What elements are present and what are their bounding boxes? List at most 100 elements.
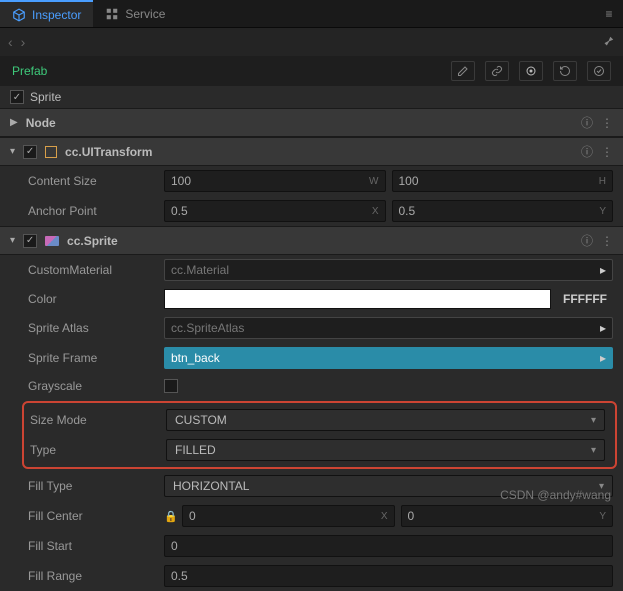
prefab-locate-button[interactable] [519,61,543,81]
prop-label: Grayscale [28,379,158,393]
color-swatch[interactable] [164,289,551,309]
pin-icon [601,35,615,49]
input-h[interactable] [399,174,599,188]
prop-fill-start: Fill Start [0,531,623,561]
type-select[interactable]: FILLED▾ [166,439,605,461]
pin-button[interactable] [601,35,615,49]
prop-color: Color FFFFFF [0,285,623,313]
prefab-label: Prefab [12,64,441,78]
goto-icon[interactable]: ▸ [600,263,606,277]
slot-value: btn_back [171,351,600,365]
input-y[interactable] [399,204,600,218]
prop-label: Fill Type [28,479,158,493]
watermark: CSDN @andy#wang [500,488,611,502]
prop-fill-range: Fill Range [0,561,623,591]
uitransform-icon [45,146,57,158]
grid-icon [105,7,119,21]
prop-label: Anchor Point [28,204,158,218]
select-value: FILLED [175,443,591,457]
caret-down-icon: ▾ [10,235,15,246]
prop-anchor-point: Anchor Point X Y [0,196,623,226]
prop-grayscale: Grayscale [0,373,623,399]
suffix-w: W [369,176,378,187]
kebab-icon[interactable]: ⋮ [601,145,613,159]
tab-service[interactable]: Service [93,0,177,27]
panel-menu-button[interactable]: ≡ [595,0,623,27]
grayscale-checkbox[interactable] [164,379,178,393]
section-title: cc.UITransform [65,145,573,159]
unlink-icon [491,65,503,77]
lock-icon[interactable]: 🔒 [164,510,176,523]
kebab-icon[interactable]: ⋮ [601,234,613,248]
history-bar: ‹ › [0,28,623,56]
prefab-bar: Prefab [0,56,623,86]
input[interactable] [171,539,606,553]
suffix-h: H [599,176,606,187]
fill-start-input[interactable] [164,535,613,557]
section-sprite[interactable]: ▾ cc.Sprite ⓘ ⋮ [0,226,623,255]
component-enable-checkbox[interactable] [23,234,37,248]
tab-inspector[interactable]: Inspector [0,0,93,27]
size-mode-select[interactable]: CUSTOM▾ [166,409,605,431]
prop-label: Content Size [28,174,158,188]
sprite-frame-slot[interactable]: btn_back▸ [164,347,613,369]
prop-sprite-frame: Sprite Frame btn_back▸ [0,343,623,373]
prefab-edit-button[interactable] [451,61,475,81]
cube-icon [12,8,26,22]
fill-center-y[interactable]: Y [401,505,614,527]
goto-icon[interactable]: ▸ [600,321,606,335]
prop-label: Sprite Atlas [28,321,158,335]
fill-center-x[interactable]: X [182,505,395,527]
anchor-y[interactable]: Y [392,200,614,222]
kebab-icon[interactable]: ⋮ [601,116,613,130]
custom-material-slot[interactable]: cc.Material▸ [164,259,613,281]
help-icon[interactable]: ⓘ [581,114,593,131]
slot-placeholder: cc.SpriteAtlas [171,321,600,335]
input-w[interactable] [171,174,369,188]
section-uitransform[interactable]: ▾ cc.UITransform ⓘ ⋮ [0,137,623,166]
select-value: CUSTOM [175,413,591,427]
caret-right-icon: ▶ [10,117,18,128]
highlight-box: Size Mode CUSTOM▾ Type FILLED▾ [22,401,617,469]
input-x[interactable] [171,204,372,218]
tab-label: Inspector [32,8,81,22]
goto-icon[interactable]: ▸ [600,351,606,365]
undo-icon [559,65,571,77]
help-icon[interactable]: ⓘ [581,143,593,160]
prop-size-mode: Size Mode CUSTOM▾ [24,405,615,435]
sprite-icon [45,236,59,246]
nav-forward[interactable]: › [21,34,26,50]
content-size-h[interactable]: H [392,170,614,192]
prop-label: Size Mode [30,413,160,427]
tab-bar: Inspector Service ≡ [0,0,623,28]
help-icon[interactable]: ⓘ [581,232,593,249]
node-name-row: Sprite [0,86,623,108]
chevron-down-icon: ▾ [591,415,596,426]
section-title: Node [26,116,573,130]
prop-label: Fill Center [28,509,158,523]
prop-label: Color [28,292,158,306]
nav-back[interactable]: ‹ [8,34,13,50]
input-x[interactable] [189,509,381,523]
node-name[interactable]: Sprite [30,90,61,104]
input-y[interactable] [408,509,600,523]
prop-label: Type [30,443,160,457]
section-title: cc.Sprite [67,234,573,248]
prefab-apply-button[interactable] [587,61,611,81]
section-node[interactable]: ▶ Node ⓘ ⋮ [0,108,623,137]
prop-content-size: Content Size W H [0,166,623,196]
tab-spacer [177,0,595,27]
input[interactable] [171,569,606,583]
fill-range-input[interactable] [164,565,613,587]
sprite-atlas-slot[interactable]: cc.SpriteAtlas▸ [164,317,613,339]
prop-type: Type FILLED▾ [24,435,615,465]
prop-sprite-atlas: Sprite Atlas cc.SpriteAtlas▸ [0,313,623,343]
prefab-unlink-button[interactable] [485,61,509,81]
anchor-x[interactable]: X [164,200,386,222]
content-size-w[interactable]: W [164,170,386,192]
component-enable-checkbox[interactable] [23,145,37,159]
suffix-x: X [372,206,379,217]
prop-label: Fill Range [28,569,158,583]
prefab-revert-button[interactable] [553,61,577,81]
node-active-checkbox[interactable] [10,90,24,104]
